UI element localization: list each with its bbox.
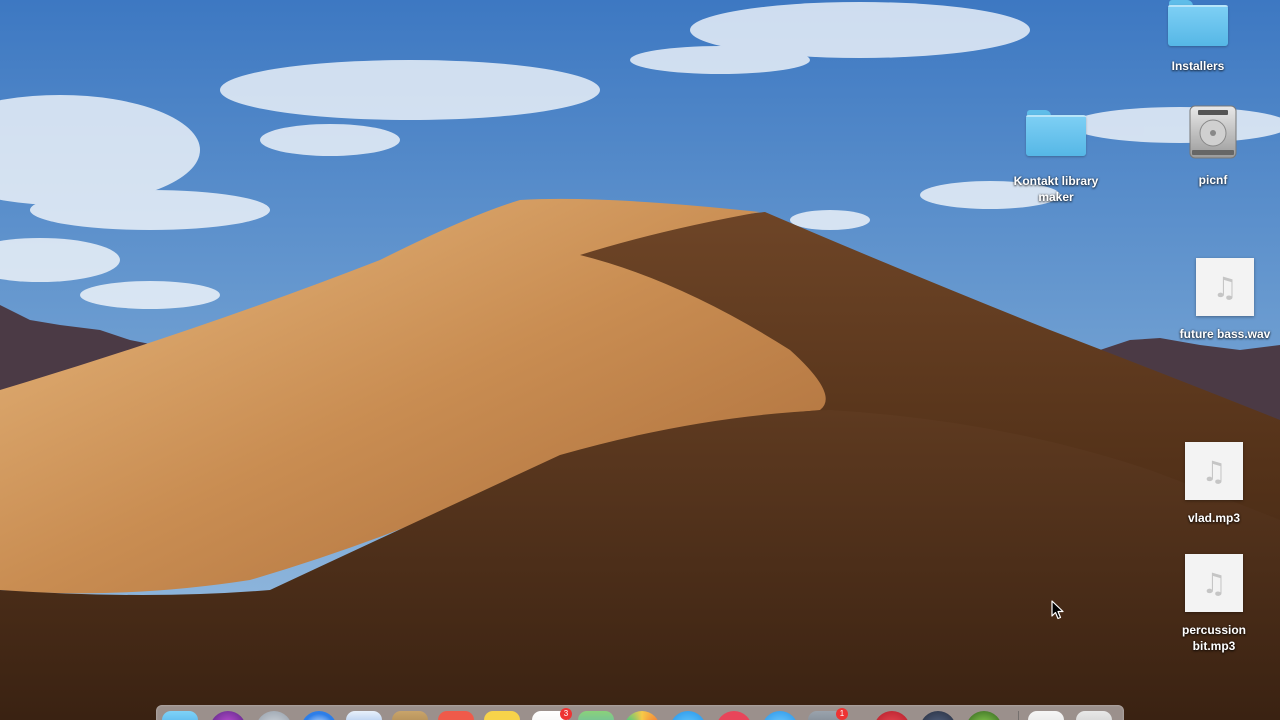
percussion-bit-mp3-file[interactable]: ♫ percussion bit.mp3 — [1174, 554, 1254, 654]
app-red-icon[interactable] — [874, 711, 910, 720]
future-bass-wav-file[interactable]: ♫ future bass.wav — [1171, 258, 1279, 342]
dock-separator — [1018, 711, 1019, 720]
app-green-icon[interactable] — [966, 711, 1002, 720]
audio-file-icon: ♫ — [1185, 442, 1243, 500]
mouse-cursor-icon — [1051, 600, 1064, 620]
hard-disk-icon — [1189, 105, 1237, 159]
music-note-icon: ♫ — [1201, 454, 1227, 488]
installers-folder[interactable]: Installers — [1162, 0, 1234, 74]
documents-stack-icon[interactable] — [1028, 711, 1064, 720]
siri-icon[interactable] — [210, 711, 246, 720]
mail-icon[interactable] — [346, 711, 382, 720]
dock: 3 1 — [156, 705, 1124, 720]
launchpad-icon[interactable] — [256, 711, 292, 720]
folder-icon — [1168, 0, 1228, 46]
app-store-icon[interactable] — [762, 711, 798, 720]
kontakt-library-maker-folder[interactable]: Kontakt library maker — [1006, 110, 1106, 205]
maps-icon[interactable] — [578, 711, 614, 720]
notes-icon[interactable] — [484, 711, 520, 720]
trash-icon[interactable] — [1076, 711, 1112, 720]
folder-icon — [1026, 110, 1086, 156]
messages-icon[interactable] — [670, 711, 706, 720]
vlad-mp3-file[interactable]: ♫ vlad.mp3 — [1174, 442, 1254, 526]
audio-file-icon: ♫ — [1185, 554, 1243, 612]
vlad-mp3-label: vlad.mp3 — [1187, 511, 1241, 525]
desktop: Installers Kontakt library maker picnf ♫… — [0, 0, 1280, 720]
picnf-label: picnf — [1198, 173, 1228, 187]
system-preferences-badge: 1 — [836, 708, 848, 720]
future-bass-wav-label: future bass.wav — [1179, 327, 1271, 341]
music-note-icon: ♫ — [1201, 566, 1227, 600]
finder-icon[interactable] — [162, 711, 198, 720]
kontakt-library-maker-label: Kontakt library maker — [1013, 174, 1099, 204]
itunes-icon[interactable] — [716, 711, 752, 720]
percussion-bit-mp3-label: percussion bit.mp3 — [1181, 623, 1247, 653]
calendar-icon[interactable] — [438, 711, 474, 720]
picnf-disk[interactable]: picnf — [1178, 102, 1248, 188]
app-dark-icon[interactable] — [920, 711, 956, 720]
contacts-icon[interactable] — [392, 711, 428, 720]
calendar-badge: 3 — [560, 708, 572, 720]
installers-label: Installers — [1171, 59, 1225, 73]
music-note-icon: ♫ — [1212, 270, 1238, 304]
wallpaper-mojave-dunes — [0, 0, 1280, 720]
safari-icon[interactable] — [301, 711, 337, 720]
audio-file-icon: ♫ — [1196, 258, 1254, 316]
photos-icon[interactable] — [624, 711, 660, 720]
